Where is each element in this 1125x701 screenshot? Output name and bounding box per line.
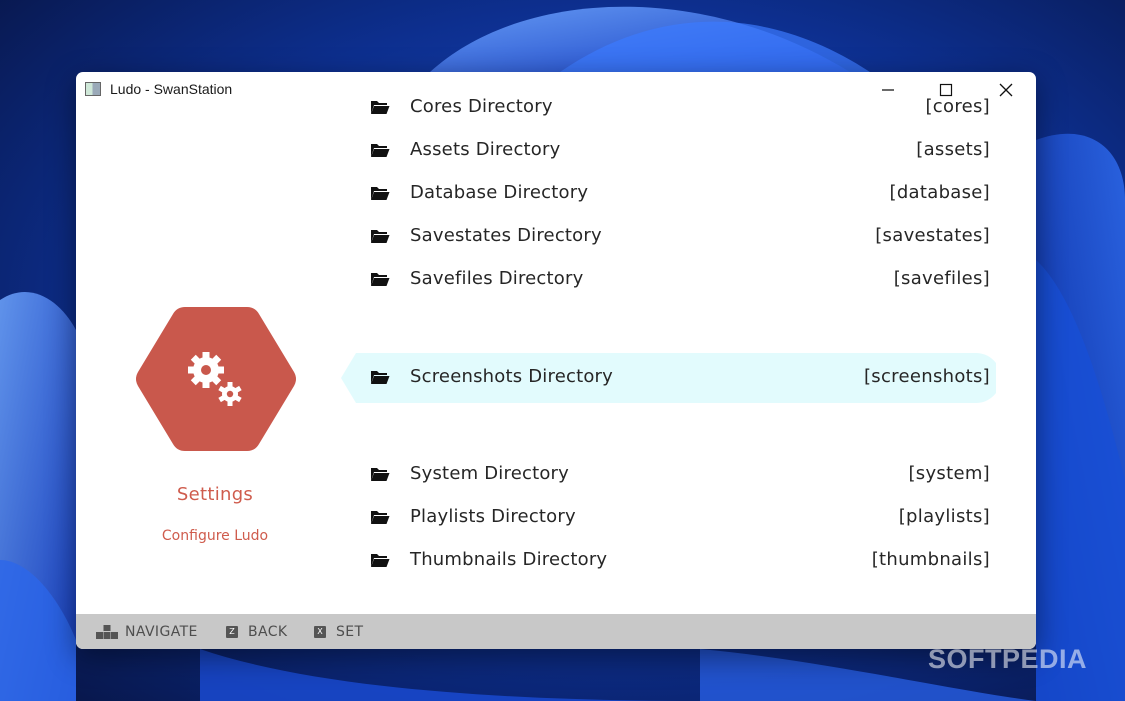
hint-set: X SET: [314, 614, 363, 649]
category-hexagon: [136, 307, 296, 451]
list-item[interactable]: Savestates Directory [savestates]: [356, 215, 996, 259]
list-item[interactable]: Savefiles Directory [savefiles]: [356, 258, 996, 302]
app-window: Cores Directory [cores] Assets Directory…: [76, 72, 1036, 649]
item-value: [system]: [908, 463, 990, 484]
item-label: Database Directory: [410, 182, 589, 203]
category-subtitle: Configure Ludo: [161, 528, 269, 544]
x-key-icon: X: [314, 625, 326, 638]
list-item-selected[interactable]: Screenshots Directory [screenshots]: [341, 353, 996, 403]
item-value: [screenshots]: [863, 366, 990, 387]
z-key-icon: Z: [226, 625, 238, 638]
folder-icon: [371, 371, 390, 384]
folder-icon: [371, 468, 390, 481]
item-label: Screenshots Directory: [410, 366, 613, 387]
softpedia-watermark: SOFTPEDIA: [928, 644, 1088, 674]
app-icon: [85, 82, 101, 96]
item-label: Playlists Directory: [410, 506, 576, 527]
minimize-icon: [882, 89, 894, 91]
window-title: Ludo - SwanStation: [110, 81, 233, 97]
item-value: [savefiles]: [893, 268, 990, 289]
hint-label: SET: [336, 623, 364, 640]
list-item[interactable]: Database Directory [database]: [356, 172, 996, 216]
hint-label: BACK: [248, 623, 288, 640]
close-icon: [999, 83, 1013, 97]
item-label: System Directory: [410, 463, 570, 484]
list-item[interactable]: Thumbnails Directory [thumbnails]: [356, 539, 996, 583]
maximize-button[interactable]: [917, 72, 975, 108]
maximize-icon: [939, 83, 953, 97]
minimize-button[interactable]: [859, 72, 917, 108]
item-label: Savestates Directory: [410, 225, 602, 246]
list-item[interactable]: Assets Directory [assets]: [356, 129, 996, 173]
hint-navigate: NAVIGATE: [96, 614, 198, 649]
category-title: Settings: [176, 484, 254, 505]
hint-label: NAVIGATE: [125, 623, 198, 640]
list-item[interactable]: Playlists Directory [playlists]: [356, 496, 996, 540]
item-label: Savefiles Directory: [410, 268, 584, 289]
title-bar[interactable]: Ludo - SwanStation: [76, 72, 1036, 108]
hint-back: Z BACK: [226, 614, 288, 649]
item-value: [assets]: [916, 139, 990, 160]
folder-icon: [371, 187, 390, 200]
item-value: [savestates]: [875, 225, 990, 246]
folder-icon: [371, 144, 390, 157]
list-item[interactable]: System Directory [system]: [356, 453, 996, 497]
item-value: [database]: [889, 182, 990, 203]
folder-icon: [371, 273, 390, 286]
item-label: Assets Directory: [410, 139, 561, 160]
hint-bar: NAVIGATE Z BACK X SET: [76, 614, 1036, 649]
folder-icon: [371, 554, 390, 567]
folder-icon: [371, 230, 390, 243]
item-label: Thumbnails Directory: [410, 549, 608, 570]
close-button[interactable]: [977, 72, 1035, 108]
folder-icon: [371, 511, 390, 524]
item-value: [playlists]: [898, 506, 990, 527]
dpad-icon: [96, 624, 118, 639]
item-value: [thumbnails]: [871, 549, 990, 570]
